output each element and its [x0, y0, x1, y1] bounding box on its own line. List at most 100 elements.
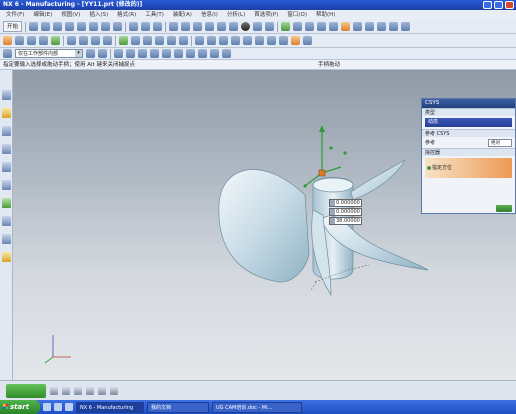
- menu-tools[interactable]: 工具(T): [145, 10, 164, 20]
- list-toolpath-icon[interactable]: [155, 36, 164, 45]
- existing-point-icon[interactable]: [198, 49, 207, 58]
- machine-tool-view-icon[interactable]: [79, 36, 88, 45]
- menu-assemblies[interactable]: 装配(A): [173, 10, 192, 20]
- perspective-icon[interactable]: [217, 22, 227, 31]
- reference-dropdown[interactable]: 绝对: [488, 138, 512, 147]
- taskbar-task-word[interactable]: UG CAM培训.doc - Mi...: [212, 401, 302, 413]
- y-coordinate-field[interactable]: 0.000000: [329, 208, 362, 216]
- create-method-icon[interactable]: [39, 36, 48, 45]
- undo-icon[interactable]: [129, 22, 139, 31]
- render-style-icon[interactable]: [241, 22, 251, 31]
- maximize-button[interactable]: [494, 1, 503, 9]
- taskbar-task-documents[interactable]: 我的文档: [147, 401, 209, 413]
- history-icon[interactable]: [1, 180, 11, 190]
- layer-icon[interactable]: [62, 386, 70, 395]
- geometry-view-icon[interactable]: [91, 36, 100, 45]
- show-hide-icon[interactable]: [281, 22, 291, 31]
- general-selection-icon[interactable]: [86, 49, 95, 58]
- paste-icon[interactable]: [101, 22, 111, 31]
- measure-icon[interactable]: [317, 22, 327, 31]
- redo-icon[interactable]: [141, 22, 151, 31]
- save-icon[interactable]: [53, 22, 63, 31]
- select-all-icon[interactable]: [98, 49, 107, 58]
- menu-preferences[interactable]: 首选项(P): [254, 10, 278, 20]
- point-constructor-icon[interactable]: [353, 22, 363, 31]
- paste-object-icon[interactable]: [231, 36, 240, 45]
- verify-toolpath-icon[interactable]: [143, 36, 152, 45]
- type-dropdown[interactable]: 动态: [425, 118, 512, 127]
- menu-edit[interactable]: 编辑(E): [33, 10, 52, 20]
- end-point-icon[interactable]: [126, 49, 135, 58]
- minimize-button[interactable]: [483, 1, 492, 9]
- create-tool-icon[interactable]: [15, 36, 24, 45]
- point-on-curve-icon[interactable]: [210, 49, 219, 58]
- point-on-face-icon[interactable]: [222, 49, 231, 58]
- x-coordinate-field[interactable]: 0.000000: [329, 199, 362, 207]
- menu-analysis[interactable]: 分析(L): [227, 10, 245, 20]
- reference-section-header[interactable]: 参考 CSYS: [422, 129, 515, 137]
- quick-launch-browser-icon[interactable]: [54, 403, 62, 411]
- create-geometry-icon[interactable]: [27, 36, 36, 45]
- background-icon[interactable]: [265, 22, 275, 31]
- type-filter-icon[interactable]: [3, 49, 12, 58]
- pan-icon[interactable]: [193, 22, 203, 31]
- edit-object-display-icon[interactable]: [341, 22, 351, 31]
- start-menu-button[interactable]: 开始: [3, 21, 23, 32]
- tool-compensation-icon[interactable]: [303, 36, 312, 45]
- quick-launch-media-icon[interactable]: [65, 403, 73, 411]
- print-icon[interactable]: [65, 22, 75, 31]
- web-browser-icon[interactable]: [1, 162, 11, 172]
- zoom-icon[interactable]: [181, 22, 191, 31]
- operation-navigator-icon[interactable]: [1, 126, 11, 136]
- shaded-display-icon[interactable]: [229, 22, 239, 31]
- replay-toolpath-icon[interactable]: [131, 36, 140, 45]
- taskbar-task-nx[interactable]: NX 6 - Manufacturing: [76, 401, 144, 413]
- green-toolbar-block[interactable]: [6, 383, 46, 398]
- view-icon[interactable]: [50, 386, 58, 395]
- arc-center-icon[interactable]: [174, 49, 183, 58]
- copy-object-icon[interactable]: [219, 36, 228, 45]
- copy-icon[interactable]: [89, 22, 99, 31]
- orient-view-icon[interactable]: [253, 22, 263, 31]
- ok-button[interactable]: [496, 204, 512, 212]
- sketch-icon[interactable]: [74, 386, 82, 395]
- open-file-icon[interactable]: [41, 22, 51, 31]
- menu-information[interactable]: 信息(I): [201, 10, 218, 20]
- curve-icon[interactable]: [86, 386, 94, 395]
- specify-orientation-field[interactable]: 指定方位: [425, 158, 512, 178]
- menu-window[interactable]: 窗口(O): [287, 10, 307, 20]
- start-button[interactable]: start: [0, 400, 40, 414]
- system-scenes-icon[interactable]: [1, 252, 11, 262]
- program-order-view-icon[interactable]: [67, 36, 76, 45]
- manipulator-section-header[interactable]: 操控器: [422, 148, 515, 156]
- csys-constructor-icon[interactable]: [389, 22, 399, 31]
- delete-object-icon[interactable]: [243, 36, 252, 45]
- repeat-command-icon[interactable]: [153, 22, 163, 31]
- shop-doc-icon[interactable]: [179, 36, 188, 45]
- roles-icon[interactable]: [1, 216, 11, 226]
- quick-launch-desktop-icon[interactable]: [43, 403, 51, 411]
- display-object-icon[interactable]: [279, 36, 288, 45]
- cut-object-icon[interactable]: [207, 36, 216, 45]
- menu-file[interactable]: 文件(F): [6, 10, 24, 20]
- rotate-icon[interactable]: [205, 22, 215, 31]
- menu-view[interactable]: 视图(V): [61, 10, 80, 20]
- help-icon[interactable]: [401, 22, 411, 31]
- intersection-point-icon[interactable]: [162, 49, 171, 58]
- transform-icon[interactable]: [267, 36, 276, 45]
- close-button[interactable]: [505, 1, 514, 9]
- cut-icon[interactable]: [77, 22, 87, 31]
- assembly-navigator-icon[interactable]: [1, 90, 11, 100]
- create-operation-icon[interactable]: [51, 36, 60, 45]
- surface-icon[interactable]: [110, 386, 118, 395]
- reuse-library-icon[interactable]: [1, 144, 11, 154]
- fit-view-icon[interactable]: [169, 22, 179, 31]
- mid-point-icon[interactable]: [138, 49, 147, 58]
- edit-icon[interactable]: [195, 36, 204, 45]
- selection-scope-dropdown[interactable]: 仅在工作部件内部 ▾: [15, 49, 83, 58]
- new-file-icon[interactable]: [29, 22, 39, 31]
- process-studio-icon[interactable]: [1, 198, 11, 208]
- feature-icon[interactable]: [98, 386, 106, 395]
- type-section-header[interactable]: 类型: [422, 108, 515, 116]
- feedrate-icon[interactable]: [291, 36, 300, 45]
